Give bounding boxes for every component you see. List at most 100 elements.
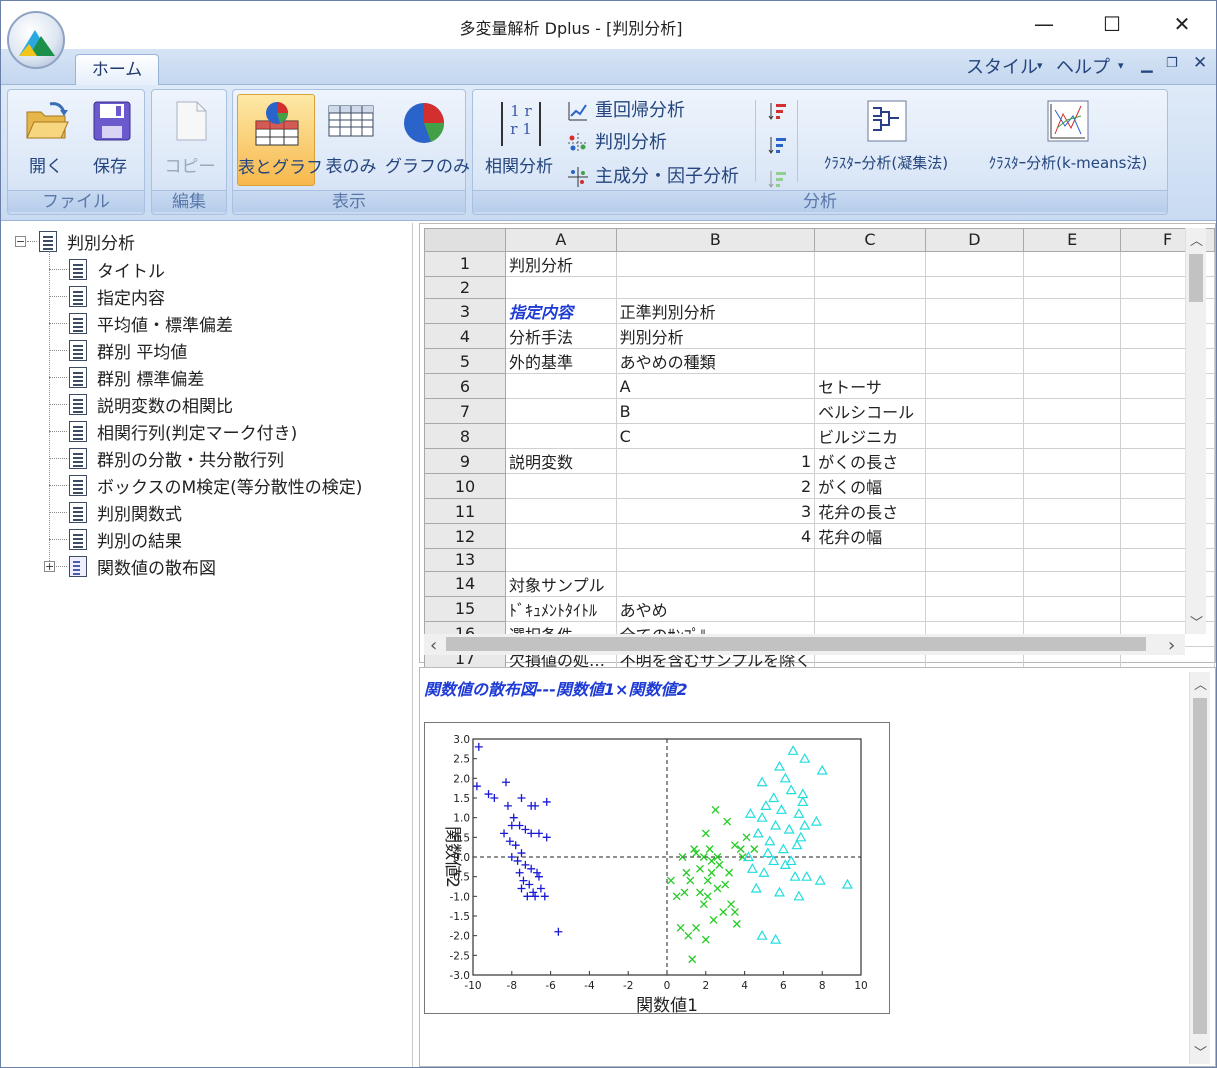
table-cell[interactable]: 正準判別分析 bbox=[615, 298, 816, 325]
scroll-thumb[interactable] bbox=[446, 637, 1146, 651]
table-cell[interactable] bbox=[1023, 595, 1122, 622]
table-cell[interactable]: 4 bbox=[615, 523, 816, 550]
table-cell[interactable] bbox=[505, 548, 617, 572]
table-cell[interactable]: 判別分析 bbox=[615, 323, 816, 350]
table-cell[interactable]: 判別分析 bbox=[505, 250, 617, 277]
table-only-button[interactable]: 表のみ bbox=[319, 94, 383, 186]
scroll-up-icon[interactable]: ︿ bbox=[1190, 230, 1203, 249]
table-cell[interactable] bbox=[924, 570, 1025, 597]
table-cell[interactable] bbox=[1023, 298, 1122, 325]
table-cell[interactable] bbox=[924, 323, 1025, 350]
table-cell[interactable] bbox=[1023, 423, 1122, 450]
row-header[interactable]: 15 bbox=[423, 595, 507, 622]
scroll-up-icon[interactable]: ︿ bbox=[1194, 674, 1207, 693]
table-cell[interactable]: B bbox=[615, 398, 816, 425]
table-cell[interactable] bbox=[1023, 523, 1122, 550]
principal-factor-button[interactable]: 主成分・因子分析 bbox=[567, 162, 739, 190]
tree-item[interactable]: 判別の結果 bbox=[69, 527, 182, 552]
table-cell[interactable] bbox=[1023, 275, 1122, 300]
table-cell[interactable] bbox=[1023, 398, 1122, 425]
tree-item[interactable]: ボックスのM検定(等分散性の検定) bbox=[69, 473, 362, 498]
row-header[interactable]: 14 bbox=[423, 570, 507, 597]
multiple-regression-button[interactable]: 重回帰分析 bbox=[567, 96, 685, 124]
save-button[interactable]: 保存 bbox=[80, 94, 140, 186]
scroll-down-icon[interactable]: ﹀ bbox=[1194, 1042, 1207, 1061]
table-cell[interactable] bbox=[615, 570, 816, 597]
table-cell[interactable]: 花弁の幅 bbox=[814, 523, 926, 550]
maximize-button[interactable]: ☐ bbox=[1089, 7, 1135, 41]
chart-pane[interactable]: 関数値の散布図---関数値1×関数値2 3.0 2.5 2.0 1.5 1.0 0.5 0.… bbox=[419, 667, 1216, 1067]
table-cell[interactable] bbox=[924, 595, 1025, 622]
row-header[interactable]: 13 bbox=[423, 548, 507, 572]
output-tree[interactable]: − 判別分析 タイトル 指定内容 平均値・標準偏差 群別 平均値 群別 標準偏差 説明変数… bbox=[3, 223, 413, 1067]
row-header[interactable]: 12 bbox=[423, 523, 507, 550]
table-cell[interactable] bbox=[1023, 348, 1122, 375]
table-cell[interactable] bbox=[1023, 570, 1122, 597]
table-cell[interactable] bbox=[924, 250, 1025, 277]
minimize-button[interactable]: — bbox=[1021, 7, 1067, 41]
table-cell[interactable] bbox=[505, 523, 617, 550]
scroll-thumb[interactable] bbox=[1193, 698, 1207, 1034]
table-cell[interactable] bbox=[924, 498, 1025, 525]
chart-vertical-scrollbar[interactable]: ︿ ﹀ bbox=[1189, 672, 1210, 1064]
table-cell[interactable] bbox=[1023, 548, 1122, 572]
chevron-down-icon[interactable]: ▾ bbox=[1118, 59, 1124, 72]
table-cell[interactable] bbox=[924, 275, 1025, 300]
table-cell[interactable] bbox=[615, 250, 816, 277]
graph-only-button[interactable]: グラフのみ bbox=[385, 94, 470, 186]
scroll-right-icon[interactable]: › bbox=[1168, 635, 1175, 656]
table-cell[interactable] bbox=[615, 548, 816, 572]
sort-icon[interactable] bbox=[767, 100, 789, 122]
tree-item[interactable]: 判別関数式 bbox=[69, 500, 182, 525]
table-cell[interactable] bbox=[505, 275, 617, 300]
scroll-down-icon[interactable]: ﹀ bbox=[1190, 612, 1203, 631]
table-cell[interactable]: C bbox=[615, 423, 816, 450]
table-cell[interactable]: 指定内容 bbox=[505, 298, 617, 325]
table-cell[interactable] bbox=[1023, 250, 1122, 277]
table-cell[interactable] bbox=[814, 570, 926, 597]
cluster-kmeans-button[interactable]: ｸﾗｽﾀｰ分析(k-means法) bbox=[973, 94, 1163, 186]
tree-item[interactable]: 関数値の散布図 bbox=[69, 554, 216, 579]
row-header[interactable]: 1 bbox=[423, 250, 507, 277]
row-header[interactable]: 9 bbox=[423, 448, 507, 475]
row-header[interactable]: 5 bbox=[423, 348, 507, 375]
row-header[interactable]: 8 bbox=[423, 423, 507, 450]
table-cell[interactable] bbox=[924, 473, 1025, 500]
table-cell[interactable] bbox=[1023, 448, 1122, 475]
row-header[interactable]: 11 bbox=[423, 498, 507, 525]
table-cell[interactable]: 分析手法 bbox=[505, 323, 617, 350]
table-cell[interactable] bbox=[814, 298, 926, 325]
scroll-thumb[interactable] bbox=[1189, 254, 1203, 302]
collapse-toggle[interactable]: − bbox=[15, 236, 26, 247]
table-cell[interactable] bbox=[924, 423, 1025, 450]
table-cell[interactable] bbox=[814, 348, 926, 375]
table-cell[interactable] bbox=[615, 275, 816, 300]
tree-item[interactable]: 群別 平均値 bbox=[69, 338, 187, 363]
filter-icon[interactable] bbox=[767, 134, 789, 156]
table-cell[interactable]: がくの幅 bbox=[814, 473, 926, 500]
style-menu[interactable]: スタイル bbox=[966, 53, 1038, 79]
row-header[interactable]: 10 bbox=[423, 473, 507, 500]
tree-item[interactable]: 群別の分散・共分散行列 bbox=[69, 446, 284, 471]
table-cell[interactable]: ベルシコール bbox=[814, 398, 926, 425]
table-cell[interactable]: 花弁の長さ bbox=[814, 498, 926, 525]
table-cell[interactable] bbox=[505, 373, 617, 400]
table-cell[interactable] bbox=[1023, 373, 1122, 400]
table-cell[interactable] bbox=[1023, 498, 1122, 525]
table-cell[interactable]: がくの長さ bbox=[814, 448, 926, 475]
open-button[interactable]: 開く bbox=[14, 94, 78, 186]
close-button[interactable]: ✕ bbox=[1159, 7, 1205, 41]
table-cell[interactable]: 外的基準 bbox=[505, 348, 617, 375]
row-header[interactable]: 2 bbox=[423, 275, 507, 300]
table-cell[interactable] bbox=[505, 398, 617, 425]
table-cell[interactable] bbox=[814, 595, 926, 622]
row-header[interactable]: 4 bbox=[423, 323, 507, 350]
table-cell[interactable]: あやめ bbox=[615, 595, 816, 622]
table-cell[interactable] bbox=[505, 473, 617, 500]
scroll-left-icon[interactable]: ‹ bbox=[430, 635, 437, 656]
table-cell[interactable] bbox=[924, 298, 1025, 325]
table-cell[interactable]: ビルジニカ bbox=[814, 423, 926, 450]
tree-item[interactable]: 指定内容 bbox=[69, 284, 165, 309]
vertical-scrollbar[interactable]: ︿ ﹀ bbox=[1185, 228, 1206, 634]
tree-item[interactable]: 相関行列(判定マーク付き) bbox=[69, 419, 297, 444]
